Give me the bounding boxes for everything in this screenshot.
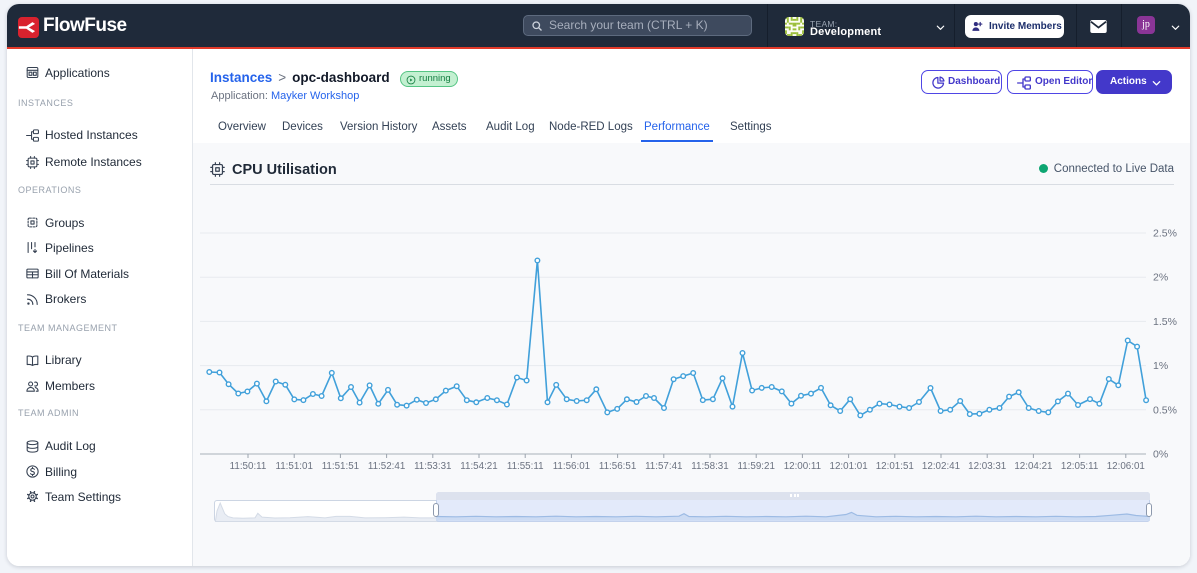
svg-text:12:01:01: 12:01:01	[830, 461, 868, 472]
svg-text:11:59:21: 11:59:21	[737, 461, 774, 472]
svg-text:0%: 0%	[1153, 449, 1168, 461]
svg-text:2.5%: 2.5%	[1153, 228, 1177, 240]
svg-text:12:03:31: 12:03:31	[968, 461, 1006, 472]
svg-text:1.5%: 1.5%	[1153, 316, 1177, 328]
svg-text:11:58:31: 11:58:31	[691, 461, 728, 472]
svg-text:12:01:51: 12:01:51	[876, 461, 914, 472]
svg-text:12:06:01: 12:06:01	[1107, 461, 1145, 472]
svg-text:1%: 1%	[1153, 360, 1168, 372]
svg-text:0.5%: 0.5%	[1153, 404, 1177, 416]
svg-text:11:56:51: 11:56:51	[599, 461, 636, 472]
svg-text:11:51:51: 11:51:51	[322, 461, 359, 472]
svg-text:2%: 2%	[1153, 272, 1168, 284]
svg-text:11:55:11: 11:55:11	[507, 461, 544, 472]
svg-text:11:57:41: 11:57:41	[645, 461, 682, 472]
svg-text:11:50:11: 11:50:11	[230, 461, 267, 472]
svg-text:12:04:21: 12:04:21	[1014, 461, 1052, 472]
svg-text:11:53:31: 11:53:31	[414, 461, 451, 472]
svg-text:11:54:21: 11:54:21	[460, 461, 497, 472]
svg-text:12:05:11: 12:05:11	[1061, 461, 1098, 472]
svg-text:11:51:01: 11:51:01	[275, 461, 312, 472]
svg-text:11:56:01: 11:56:01	[553, 461, 590, 472]
svg-text:12:02:41: 12:02:41	[922, 461, 960, 472]
svg-text:11:52:41: 11:52:41	[368, 461, 405, 472]
svg-text:12:00:11: 12:00:11	[784, 461, 821, 472]
